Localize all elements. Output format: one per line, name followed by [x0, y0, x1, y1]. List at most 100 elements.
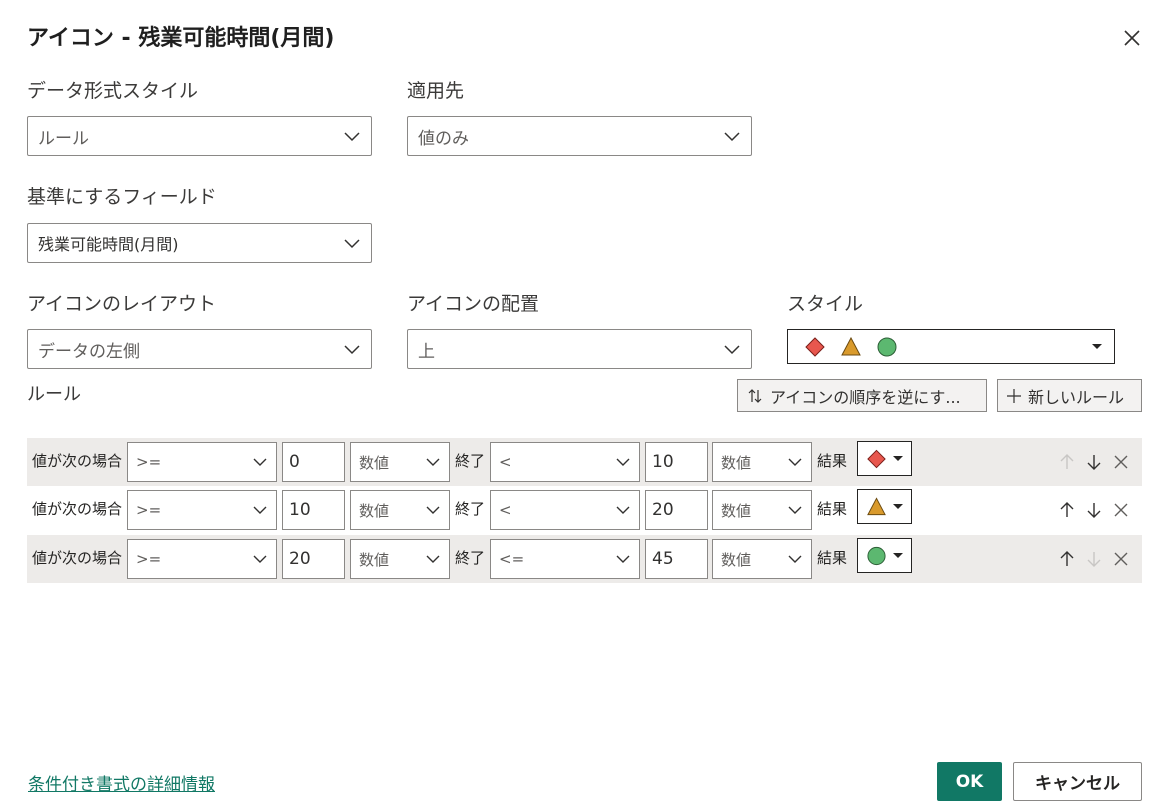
format-style-label: データ形式スタイル: [27, 80, 199, 102]
rule-row: 値が次の場合 >= 0 数値 終了 < 10 数値 結果: [27, 438, 1142, 486]
move-down-icon[interactable]: [1084, 549, 1104, 569]
end-value: 10: [652, 452, 674, 472]
based-on-field-value: 残業可能時間(月間): [38, 235, 179, 254]
value-type: 数値: [359, 550, 390, 569]
if-label: 値が次の場合: [32, 452, 123, 470]
result-icon-picker[interactable]: [857, 441, 912, 476]
operator-value: >=: [136, 453, 162, 471]
close-button[interactable]: [1118, 24, 1146, 52]
style-label: スタイル: [787, 293, 864, 315]
condition-operator-select[interactable]: >=: [127, 442, 277, 482]
reverse-icon-order-button[interactable]: アイコンの順序を逆にす...: [737, 379, 987, 412]
end-operator-select[interactable]: <: [490, 490, 640, 530]
style-select[interactable]: [787, 329, 1115, 364]
delete-rule-icon[interactable]: [1111, 549, 1131, 569]
chevron-down-icon: [724, 345, 740, 355]
value-type-select[interactable]: 数値: [350, 490, 450, 530]
end-type-select[interactable]: 数値: [712, 490, 812, 530]
apply-to-select[interactable]: 値のみ: [407, 116, 752, 156]
end-type-select[interactable]: 数値: [712, 442, 812, 482]
value-type: 数値: [359, 453, 390, 472]
if-label: 値が次の場合: [32, 549, 123, 567]
condition-value-input[interactable]: 20: [282, 539, 345, 579]
reverse-icon-order-label: アイコンの順序を逆にす...: [770, 387, 961, 407]
if-label: 値が次の場合: [32, 500, 123, 518]
based-on-field-select[interactable]: 残業可能時間(月間): [27, 223, 372, 263]
yellow-triangle-icon: [841, 336, 861, 355]
end-value-input[interactable]: 20: [645, 490, 708, 530]
chevron-down-icon: [724, 132, 740, 142]
end-value-input[interactable]: 45: [645, 539, 708, 579]
chevron-down-icon: [616, 506, 630, 514]
condition-value-input[interactable]: 10: [282, 490, 345, 530]
value-type: 数値: [721, 453, 752, 472]
dialog-title: アイコン - 残業可能時間(月間): [27, 26, 335, 51]
result-label: 結果: [817, 500, 848, 518]
chevron-down-icon: [616, 555, 630, 563]
chevron-down-icon: [788, 555, 802, 563]
value-type-select[interactable]: 数値: [350, 539, 450, 579]
result-icon-picker[interactable]: [857, 489, 912, 524]
end-value-input[interactable]: 10: [645, 442, 708, 482]
apply-to-label: 適用先: [407, 80, 465, 102]
chevron-down-icon: [344, 345, 360, 355]
yellow-triangle-icon: [867, 496, 886, 515]
end-label: 終了: [455, 549, 486, 567]
format-style-value: ルール: [38, 128, 89, 149]
caret-down-icon: [893, 553, 903, 558]
caret-down-icon: [893, 504, 903, 509]
chevron-down-icon: [253, 458, 267, 466]
operator-value: <: [499, 453, 512, 471]
cancel-button[interactable]: キャンセル: [1013, 762, 1142, 801]
end-label: 終了: [455, 500, 486, 518]
condition-operator-select[interactable]: >=: [127, 539, 277, 579]
rules-label: ルール: [27, 384, 81, 405]
new-rule-button[interactable]: 新しいルール: [997, 379, 1142, 412]
value-type-select[interactable]: 数値: [350, 442, 450, 482]
icon-alignment-select[interactable]: 上: [407, 329, 752, 369]
chevron-down-icon: [344, 239, 360, 249]
result-icon-picker[interactable]: [857, 538, 912, 573]
icon-layout-select[interactable]: データの左側: [27, 329, 372, 369]
move-up-icon[interactable]: [1057, 500, 1077, 520]
delete-rule-icon[interactable]: [1111, 452, 1131, 472]
end-type-select[interactable]: 数値: [712, 539, 812, 579]
based-on-field-label: 基準にするフィールド: [27, 186, 217, 208]
new-rule-label: 新しいルール: [1028, 387, 1125, 407]
move-up-icon[interactable]: [1057, 452, 1077, 472]
icon-layout-value: データの左側: [38, 341, 140, 362]
format-style-select[interactable]: ルール: [27, 116, 372, 156]
chevron-down-icon: [426, 506, 440, 514]
condition-value: 20: [289, 549, 311, 569]
move-down-icon[interactable]: [1084, 452, 1104, 472]
value-type: 数値: [359, 501, 390, 520]
sort-arrows-icon: [748, 388, 762, 403]
condition-operator-select[interactable]: >=: [127, 490, 277, 530]
icon-alignment-label: アイコンの配置: [407, 293, 540, 315]
caret-down-icon: [893, 456, 903, 461]
chevron-down-icon: [426, 458, 440, 466]
chevron-down-icon: [788, 458, 802, 466]
icon-alignment-value: 上: [418, 341, 435, 362]
green-circle-icon: [877, 337, 897, 356]
move-up-icon[interactable]: [1057, 549, 1077, 569]
operator-value: >=: [136, 550, 162, 568]
value-type: 数値: [721, 501, 752, 520]
end-value: 45: [652, 549, 674, 569]
move-down-icon[interactable]: [1084, 500, 1104, 520]
ok-button[interactable]: OK: [937, 762, 1002, 801]
learn-more-link[interactable]: 条件付き書式の詳細情報: [28, 770, 215, 795]
chevron-down-icon: [788, 506, 802, 514]
condition-value-input[interactable]: 0: [282, 442, 345, 482]
green-circle-icon: [867, 546, 886, 565]
operator-value: <: [499, 501, 512, 519]
end-value: 20: [652, 500, 674, 520]
end-operator-select[interactable]: <: [490, 442, 640, 482]
chevron-down-icon: [426, 555, 440, 563]
close-icon: [1124, 30, 1140, 46]
end-operator-select[interactable]: <=: [490, 539, 640, 579]
chevron-down-icon: [253, 555, 267, 563]
chevron-down-icon: [253, 506, 267, 514]
delete-rule-icon[interactable]: [1111, 500, 1131, 520]
plus-icon: [1007, 388, 1021, 403]
